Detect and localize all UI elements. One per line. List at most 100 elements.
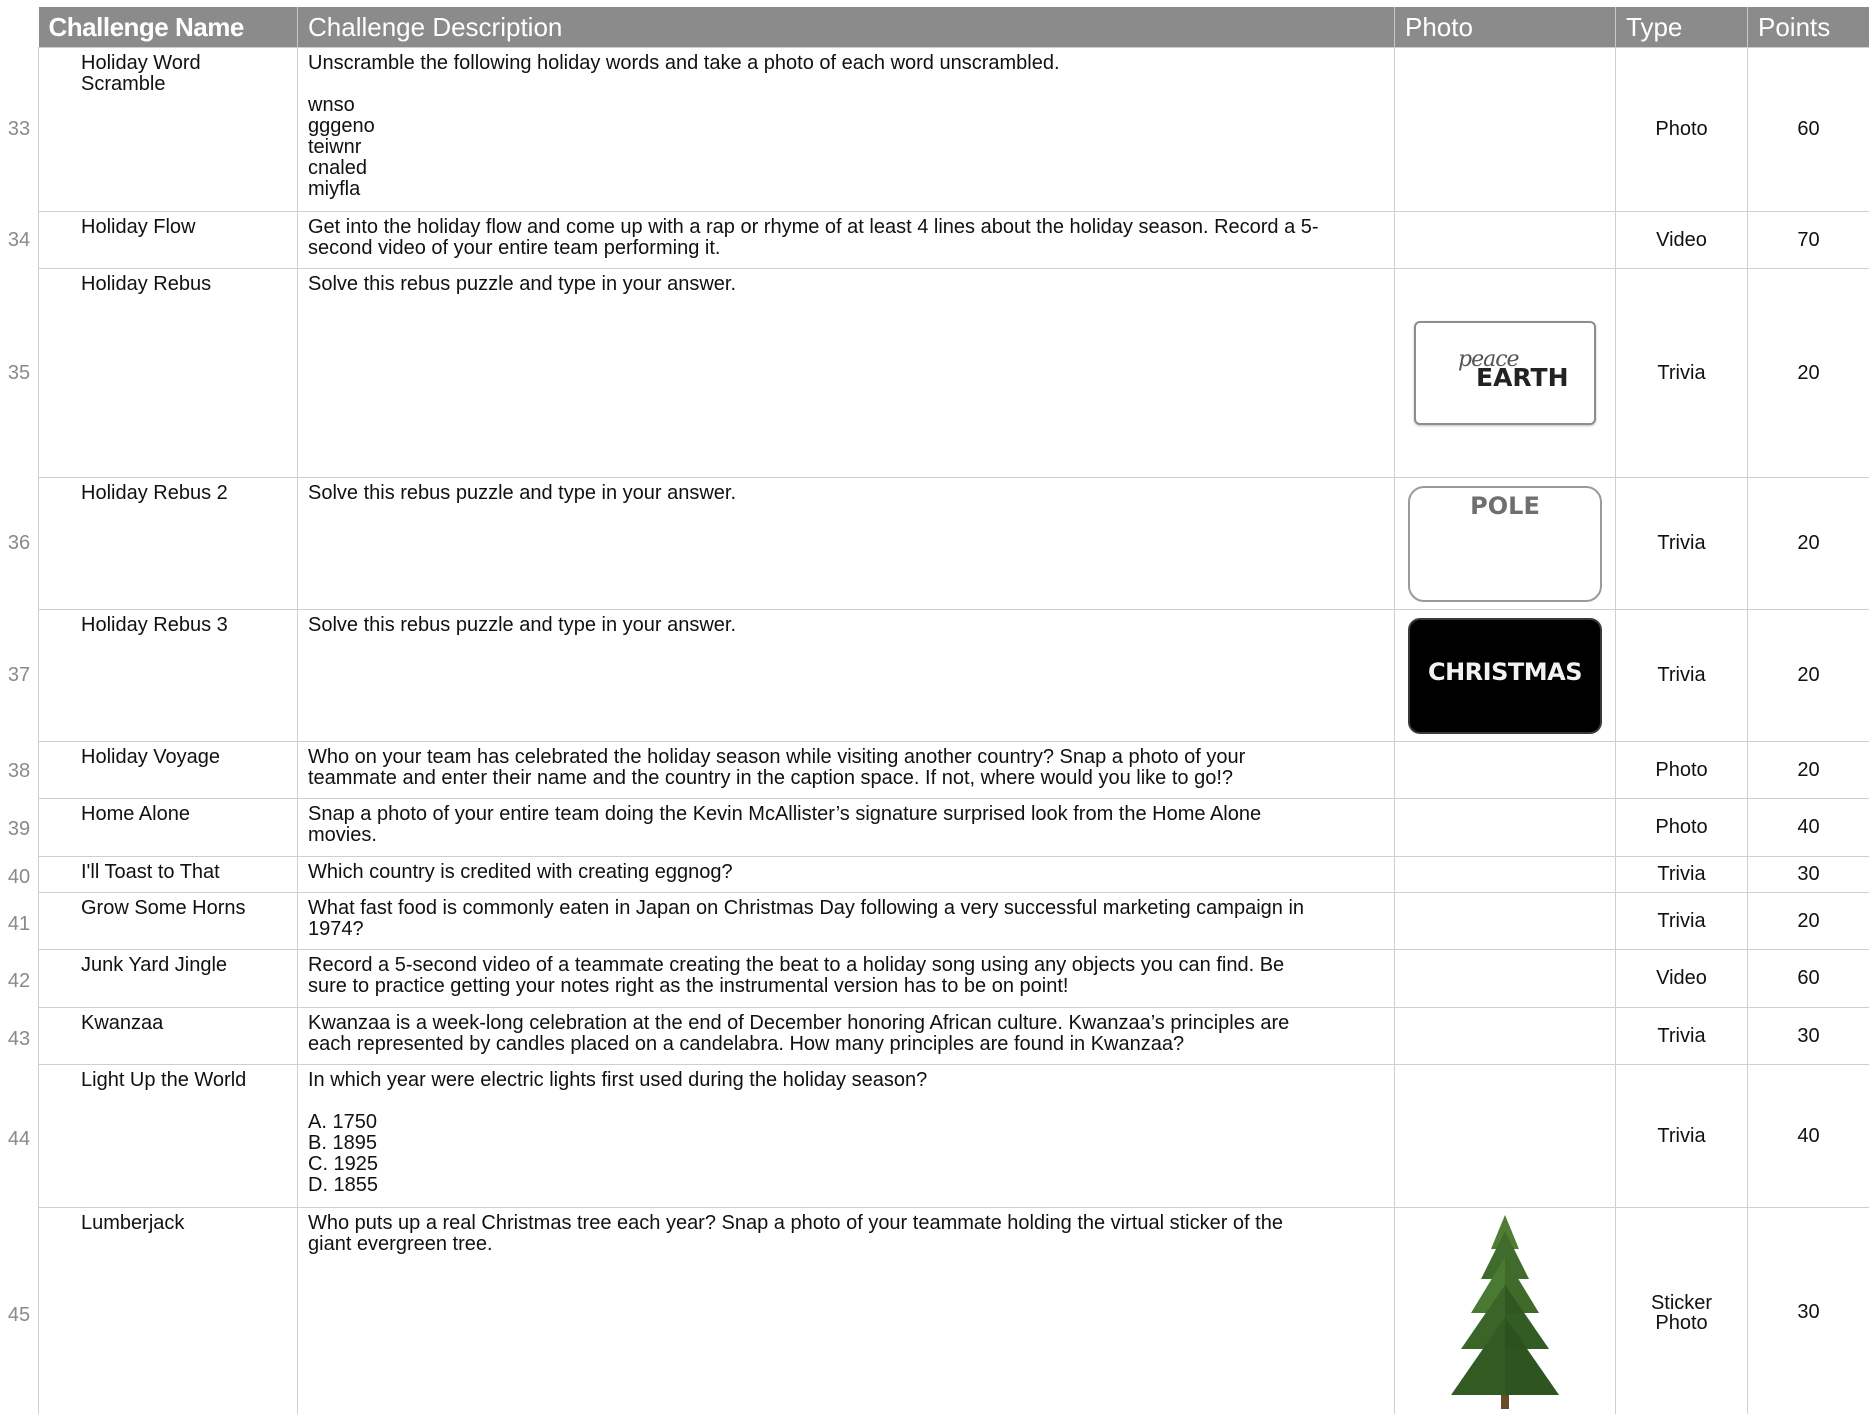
rebus-christmas-image[interactable]: CHRISTMAS (1408, 617, 1602, 734)
challenge-description-cell[interactable]: Unscramble the following holiday words a… (297, 47, 1395, 212)
photo-cell[interactable]: peace EARTH (1394, 268, 1616, 478)
challenge-description-cell[interactable]: Who puts up a real Christmas tree each y… (297, 1207, 1395, 1414)
challenge-name-cell[interactable]: Lumberjack (38, 1207, 298, 1414)
points-cell[interactable]: 60 (1747, 949, 1869, 1008)
challenge-description-cell[interactable]: Solve this rebus puzzle and type in your… (297, 268, 1395, 478)
points-cell[interactable]: 40 (1747, 1064, 1869, 1208)
type-cell[interactable]: Video (1615, 211, 1748, 269)
type-cell[interactable]: Photo (1615, 798, 1748, 857)
points-cell[interactable]: 30 (1747, 1007, 1869, 1065)
challenge-description-cell[interactable]: What fast food is commonly eaten in Japa… (297, 892, 1395, 950)
type-cell[interactable]: Trivia (1615, 609, 1748, 742)
rebus-peace-earth-image[interactable]: peace EARTH (1414, 321, 1596, 425)
challenge-description-cell[interactable]: Snap a photo of your entire team doing t… (297, 798, 1395, 857)
photo-cell[interactable] (1394, 47, 1616, 212)
challenge-name-cell[interactable]: Holiday Rebus 3 (38, 609, 298, 742)
challenge-description-cell[interactable]: Kwanzaa is a week-long celebration at th… (297, 1007, 1395, 1065)
type-cell[interactable]: Photo (1615, 741, 1748, 799)
column-header-type[interactable]: Type (1615, 7, 1748, 48)
row-number-34[interactable]: 34 (0, 229, 38, 252)
type-cell[interactable]: Trivia (1615, 892, 1748, 950)
table-row: Home Alone Snap a photo of your entire t… (38, 798, 1869, 857)
row-number-43[interactable]: 43 (0, 1028, 38, 1051)
challenge-name-cell[interactable]: Grow Some Horns (38, 892, 298, 950)
points-cell[interactable]: 30 (1747, 856, 1869, 893)
evergreen-tree-image[interactable] (1435, 1213, 1575, 1413)
challenge-name-cell[interactable]: Holiday Voyage (38, 741, 298, 799)
rebus-word: CHRISTMAS (1427, 657, 1583, 686)
challenge-name-cell[interactable]: Junk Yard Jingle (38, 949, 298, 1008)
list-item: D. 1855 (308, 1174, 379, 1196)
photo-cell[interactable] (1394, 741, 1616, 799)
challenge-name-cell[interactable]: Holiday Rebus (38, 268, 298, 478)
challenge-description-cell[interactable]: Get into the holiday flow and come up wi… (297, 211, 1395, 269)
challenge-description-cell[interactable]: Solve this rebus puzzle and type in your… (297, 609, 1395, 742)
row-number-36[interactable]: 36 (0, 532, 38, 555)
challenge-name-cell[interactable]: I'll Toast to That (38, 856, 298, 893)
type-cell[interactable]: Sticker Photo (1615, 1207, 1748, 1414)
photo-cell[interactable] (1394, 892, 1616, 950)
challenge-name-cell[interactable]: Kwanzaa (38, 1007, 298, 1065)
column-header-challenge-name[interactable]: Challenge Name (38, 7, 298, 48)
points-cell[interactable]: 20 (1747, 741, 1869, 799)
type-cell[interactable]: Photo (1615, 47, 1748, 212)
challenge-name-cell[interactable]: Light Up the World (38, 1064, 298, 1208)
photo-cell[interactable] (1394, 1207, 1616, 1414)
challenge-description-cell[interactable]: Which country is credited with creating … (297, 856, 1395, 893)
challenge-name-cell[interactable]: Holiday Word Scramble (38, 47, 298, 212)
photo-cell[interactable]: CHRISTMAS (1394, 609, 1616, 742)
challenge-description-cell[interactable]: Who on your team has celebrated the holi… (297, 741, 1395, 799)
description-text: Snap a photo of your entire team doing t… (308, 803, 1262, 846)
column-header-challenge-description[interactable]: Challenge Description (297, 7, 1395, 48)
points-cell[interactable]: 20 (1747, 268, 1869, 478)
type-cell[interactable]: Video (1615, 949, 1748, 1008)
photo-cell[interactable] (1394, 949, 1616, 1008)
photo-cell[interactable] (1394, 1007, 1616, 1065)
photo-cell[interactable] (1394, 856, 1616, 893)
points-cell[interactable]: 20 (1747, 892, 1869, 950)
photo-cell[interactable] (1394, 211, 1616, 269)
row-number-45[interactable]: 45 (0, 1304, 38, 1327)
row-number-38[interactable]: 38 (0, 760, 38, 783)
table-row: Holiday Flow Get into the holiday flow a… (38, 211, 1869, 269)
points-cell[interactable]: 30 (1747, 1207, 1869, 1414)
row-number-40[interactable]: 40 (0, 866, 38, 889)
type-cell[interactable]: Trivia (1615, 1007, 1748, 1065)
row-number-35[interactable]: 35 (0, 362, 38, 385)
points-cell[interactable]: 20 (1747, 609, 1869, 742)
photo-cell[interactable] (1394, 1064, 1616, 1208)
description-text: Solve this rebus puzzle and type in your… (308, 273, 737, 295)
points-cell[interactable]: 40 (1747, 798, 1869, 857)
row-number-37[interactable]: 37 (0, 664, 38, 687)
challenge-name-cell[interactable]: Holiday Flow (38, 211, 298, 269)
rebus-pole-image[interactable]: POLE (1408, 485, 1602, 602)
challenge-name-cell[interactable]: Home Alone (38, 798, 298, 857)
description-text: Who puts up a real Christmas tree each y… (308, 1212, 1283, 1255)
photo-cell[interactable]: POLE (1394, 477, 1616, 610)
challenge-description-cell[interactable]: In which year were electric lights first… (297, 1064, 1395, 1208)
row-number-39[interactable]: 39 (0, 818, 38, 841)
header-row: Challenge Name Challenge Description Pho… (38, 7, 1869, 48)
list-item: miyfla (308, 178, 361, 200)
challenge-description-cell[interactable]: Record a 5-second video of a teammate cr… (297, 949, 1395, 1008)
type-cell[interactable]: Trivia (1615, 856, 1748, 893)
points-cell[interactable]: 20 (1747, 477, 1869, 610)
row-number-41[interactable]: 41 (0, 913, 38, 936)
type-cell[interactable]: Trivia (1615, 1064, 1748, 1208)
row-number-42[interactable]: 42 (0, 970, 38, 993)
list-item: C. 1925 (308, 1153, 379, 1175)
row-number-44[interactable]: 44 (0, 1128, 38, 1151)
points-cell[interactable]: 60 (1747, 47, 1869, 212)
type-cell[interactable]: Trivia (1615, 268, 1748, 478)
photo-cell[interactable] (1394, 798, 1616, 857)
row-number-33[interactable]: 33 (0, 118, 38, 141)
column-header-photo[interactable]: Photo (1394, 7, 1616, 48)
challenge-name-cell[interactable]: Holiday Rebus 2 (38, 477, 298, 610)
challenge-description-cell[interactable]: Solve this rebus puzzle and type in your… (297, 477, 1395, 610)
column-header-points[interactable]: Points (1747, 7, 1869, 48)
description-text: Record a 5-second video of a teammate cr… (308, 954, 1285, 997)
description-text: What fast food is commonly eaten in Japa… (308, 897, 1305, 940)
type-cell[interactable]: Trivia (1615, 477, 1748, 610)
rebus-big-word: EARTH (1476, 363, 1569, 392)
points-cell[interactable]: 70 (1747, 211, 1869, 269)
